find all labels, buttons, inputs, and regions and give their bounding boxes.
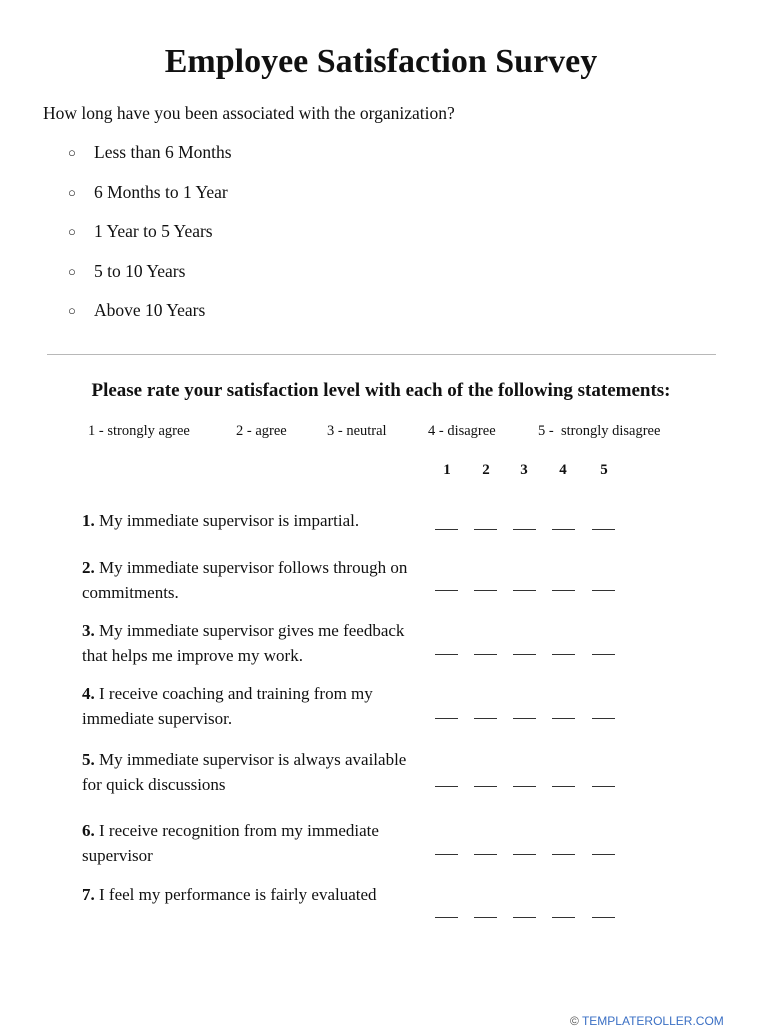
answer-blank[interactable] [513, 854, 536, 855]
statement-number: 7. [82, 885, 95, 904]
tenure-question: How long have you been associated with t… [43, 103, 455, 123]
footer-credit[interactable]: © TEMPLATEROLLER.COM [570, 1014, 724, 1028]
statement-number: 2. [82, 558, 95, 577]
answer-blank[interactable] [592, 718, 615, 719]
statement-number: 3. [82, 621, 95, 640]
radio-circle-icon[interactable]: ○ [68, 303, 94, 319]
tenure-option[interactable]: ○ Less than 6 Months [68, 142, 232, 163]
tenure-option[interactable]: ○ 6 Months to 1 Year [68, 182, 228, 203]
answer-blank[interactable] [474, 529, 497, 530]
answer-blank[interactable] [592, 786, 615, 787]
option-label: 5 to 10 Years [94, 261, 186, 281]
scale-legend-item: 4 - disagree [428, 423, 496, 439]
answer-blank[interactable] [552, 654, 575, 655]
statement-number: 6. [82, 821, 95, 840]
column-header: 2 [482, 462, 490, 478]
answer-blank[interactable] [552, 529, 575, 530]
copyright-icon: © [570, 1014, 579, 1028]
statement: 4. I receive coaching and training from … [82, 681, 422, 731]
answer-blank[interactable] [592, 654, 615, 655]
answer-blank[interactable] [435, 590, 458, 591]
answer-blank[interactable] [513, 529, 536, 530]
section-divider [47, 354, 716, 355]
answer-blank[interactable] [474, 786, 497, 787]
radio-circle-icon[interactable]: ○ [68, 264, 94, 280]
statement: 2. My immediate supervisor follows throu… [82, 555, 422, 605]
tenure-option[interactable]: ○ 1 Year to 5 Years [68, 221, 213, 242]
statement: 7. I feel my performance is fairly evalu… [82, 882, 422, 907]
answer-blank[interactable] [435, 786, 458, 787]
scale-legend-item: 3 - neutral [327, 423, 387, 439]
tenure-option[interactable]: ○ 5 to 10 Years [68, 261, 185, 282]
page-title: Employee Satisfaction Survey [164, 43, 598, 80]
statement-text: I feel my performance is fairly evaluate… [99, 885, 377, 904]
answer-blank[interactable] [592, 590, 615, 591]
answer-blank[interactable] [552, 786, 575, 787]
answer-blank[interactable] [435, 917, 458, 918]
statement-text: I receive recognition from my immediate … [82, 821, 379, 865]
radio-circle-icon[interactable]: ○ [68, 145, 94, 161]
answer-blank[interactable] [552, 590, 575, 591]
answer-blank[interactable] [552, 854, 575, 855]
answer-blank[interactable] [592, 854, 615, 855]
column-header: 5 [600, 462, 608, 478]
option-label: 6 Months to 1 Year [94, 182, 228, 202]
answer-blank[interactable] [474, 854, 497, 855]
answer-blank[interactable] [592, 917, 615, 918]
statement-number: 5. [82, 750, 95, 769]
answer-blank[interactable] [435, 854, 458, 855]
statement: 3. My immediate supervisor gives me feed… [82, 618, 422, 668]
answer-blank[interactable] [435, 654, 458, 655]
statement-text: I receive coaching and training from my … [82, 684, 373, 728]
statement-text: My immediate supervisor follows through … [82, 558, 408, 602]
answer-blank[interactable] [474, 654, 497, 655]
radio-circle-icon[interactable]: ○ [68, 185, 94, 201]
option-label: Above 10 Years [94, 300, 206, 320]
statement-text: My immediate supervisor gives me feedbac… [82, 621, 405, 665]
answer-blank[interactable] [552, 917, 575, 918]
statement: 6. I receive recognition from my immedia… [82, 818, 422, 868]
answer-blank[interactable] [474, 917, 497, 918]
answer-blank[interactable] [435, 718, 458, 719]
answer-blank[interactable] [513, 917, 536, 918]
answer-blank[interactable] [513, 786, 536, 787]
radio-circle-icon[interactable]: ○ [68, 224, 94, 240]
answer-blank[interactable] [552, 718, 575, 719]
statement-text: My immediate supervisor is impartial. [99, 511, 360, 530]
column-header: 3 [520, 462, 528, 478]
rating-heading: Please rate your satisfaction level with… [91, 380, 671, 401]
answer-blank[interactable] [513, 654, 536, 655]
answer-blank[interactable] [513, 590, 536, 591]
scale-legend-item: 5 - strongly disagree [538, 423, 661, 439]
column-header: 4 [559, 462, 567, 478]
footer-link[interactable]: TEMPLATEROLLER.COM [582, 1014, 724, 1028]
scale-legend-item: 2 - agree [236, 423, 287, 439]
option-label: 1 Year to 5 Years [94, 221, 213, 241]
option-label: Less than 6 Months [94, 142, 232, 162]
answer-blank[interactable] [474, 590, 497, 591]
statement: 5. My immediate supervisor is always ava… [82, 747, 422, 797]
statement: 1. My immediate supervisor is impartial. [82, 508, 422, 533]
statement-number: 1. [82, 511, 95, 530]
statement-text: My immediate supervisor is always availa… [82, 750, 407, 794]
statement-number: 4. [82, 684, 95, 703]
answer-blank[interactable] [513, 718, 536, 719]
answer-blank[interactable] [435, 529, 458, 530]
scale-legend-item: 1 - strongly agree [88, 423, 190, 439]
answer-blank[interactable] [474, 718, 497, 719]
column-header: 1 [443, 462, 451, 478]
tenure-option[interactable]: ○ Above 10 Years [68, 300, 205, 321]
answer-blank[interactable] [592, 529, 615, 530]
